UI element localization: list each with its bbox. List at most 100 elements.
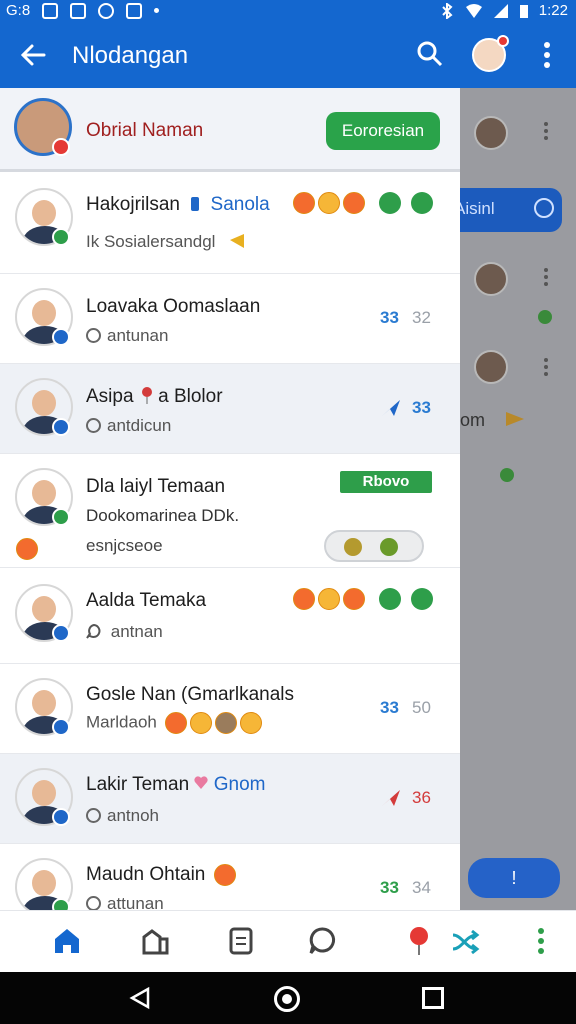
home-circle-icon[interactable] <box>274 986 300 1012</box>
chat-preview: antunan <box>86 326 168 346</box>
emoji-icon[interactable] <box>380 538 398 556</box>
bottle-icon <box>191 197 200 211</box>
status-bar: G:8 1:22 <box>0 0 576 22</box>
emoji-icon <box>239 712 262 734</box>
flag-icon <box>506 412 525 426</box>
status-badge <box>52 228 70 246</box>
status-badge <box>52 898 70 910</box>
reactions <box>16 538 38 560</box>
circle-icon <box>86 896 101 910</box>
chat-icon[interactable] <box>308 925 338 957</box>
status-badge <box>52 718 70 736</box>
pin-icon[interactable] <box>404 925 434 957</box>
chat-name: Loavaka Oomaslaan <box>86 296 261 317</box>
emoji-icon[interactable] <box>344 538 362 556</box>
chat-preview: Dookomarinea DDk. <box>86 506 240 525</box>
emoji-icon <box>293 192 315 214</box>
profile-action-button[interactable]: Eororesian <box>326 112 440 150</box>
emoji-icon <box>213 864 236 886</box>
search-icon[interactable] <box>414 38 446 70</box>
app-icon <box>70 2 87 19</box>
chat-bubble-icon <box>86 623 101 639</box>
chat-row[interactable]: Asipa a Blolor antdicun 33 <box>0 364 460 454</box>
emoji-icon <box>189 712 212 734</box>
home-icon[interactable] <box>52 925 82 957</box>
chat-count: 33 <box>380 308 399 327</box>
chat-row[interactable]: Maudn Ohtain attunan 33 34 <box>0 844 460 910</box>
status-tag: Rbovo <box>340 471 432 493</box>
gallery-icon <box>42 2 59 19</box>
chat-count: 33 <box>412 398 431 417</box>
chat-preview: attunan <box>86 894 164 910</box>
recents-square-icon[interactable] <box>422 987 444 1009</box>
chat-row[interactable]: Aalda Temaka antnan <box>0 568 460 664</box>
background-fab: ! <box>468 858 560 898</box>
more-vert-icon[interactable] <box>526 925 556 957</box>
chat-time: 34 <box>412 878 431 897</box>
avatar[interactable] <box>472 35 509 72</box>
status-badge <box>52 328 70 346</box>
balloon-icon <box>141 387 152 404</box>
emoji-icon <box>318 192 340 214</box>
more-vert-icon[interactable] <box>540 40 554 70</box>
emoji-icon <box>214 712 237 734</box>
chat-preview: antdicun <box>86 416 171 436</box>
chat-time: 32 <box>412 308 431 327</box>
chat-name: Gosle Nan (Gmarlkanals <box>86 684 295 705</box>
status-time: 1:22 <box>538 2 568 19</box>
emoji-icon <box>164 712 187 734</box>
chat-count: 33 <box>380 698 399 717</box>
chat-preview: Marldaoh <box>86 712 262 734</box>
store-icon[interactable] <box>140 925 170 957</box>
chat-name: Lakir Teman Gnom <box>86 774 266 795</box>
chat-name: Aalda Temaka <box>86 590 207 611</box>
chat-row[interactable]: Lakir Teman Gnom antnoh 36 <box>0 754 460 844</box>
bottom-navigation <box>0 910 576 972</box>
check-icon <box>379 192 402 214</box>
emoji-icon <box>343 588 365 610</box>
chat-row[interactable]: Loavaka Oomaslaan antunan 33 32 <box>0 274 460 364</box>
avatar <box>474 116 508 150</box>
signal-icon <box>493 3 508 18</box>
battery-icon <box>519 4 528 18</box>
chat-preview: antnan <box>86 622 163 642</box>
page-title: Nlodangan <box>72 42 189 69</box>
avatar <box>474 262 508 296</box>
bluetooth-icon <box>442 2 453 19</box>
chat-count: 33 <box>380 878 399 897</box>
dot-icon <box>154 8 160 13</box>
chat-row[interactable]: Dla laiyl Temaan Dookomarinea DDk. esnjc… <box>0 454 460 568</box>
more-vert-icon <box>544 122 548 140</box>
reactions <box>290 192 434 214</box>
reactions <box>290 588 434 610</box>
navigation-drawer: Obrial Naman Eororesian Hakojrilsan Sano… <box>0 88 460 910</box>
status-badge <box>52 508 70 526</box>
chat-time: 50 <box>412 698 431 717</box>
status-left-text: G:8 <box>6 2 31 19</box>
circle-icon <box>86 418 101 433</box>
send-icon <box>382 400 400 416</box>
profile-header: Obrial Naman Eororesian <box>0 88 460 172</box>
leaf-icon <box>411 588 434 610</box>
back-triangle-icon[interactable] <box>128 986 152 1010</box>
megaphone-icon <box>230 234 245 248</box>
chat-name: Dla laiyl Temaan <box>86 476 226 497</box>
emoji-icon <box>16 538 38 560</box>
document-icon[interactable] <box>226 925 256 957</box>
chat-preview: Ik Sosialersandgl <box>86 232 248 252</box>
leaf-icon <box>500 468 514 482</box>
leaf-icon <box>411 192 434 214</box>
app-bar: Nlodangan <box>0 22 576 88</box>
chat-sub-preview: esnjcseoe <box>86 536 163 555</box>
chat-row[interactable]: Gosle Nan (Gmarlkanals Marldaoh 33 50 <box>0 664 460 754</box>
reaction-picker[interactable] <box>324 530 424 562</box>
more-vert-icon <box>544 268 548 286</box>
send-icon <box>382 790 400 806</box>
status-badge <box>52 624 70 642</box>
chat-name: Hakojrilsan Sanola <box>86 194 270 215</box>
status-badge <box>52 138 70 156</box>
arrow-left-icon[interactable] <box>16 38 50 72</box>
chat-row[interactable]: Hakojrilsan Sanola Ik Sosialersandgl <box>0 174 460 274</box>
status-badge <box>52 808 70 826</box>
shuffle-icon[interactable] <box>450 925 480 957</box>
